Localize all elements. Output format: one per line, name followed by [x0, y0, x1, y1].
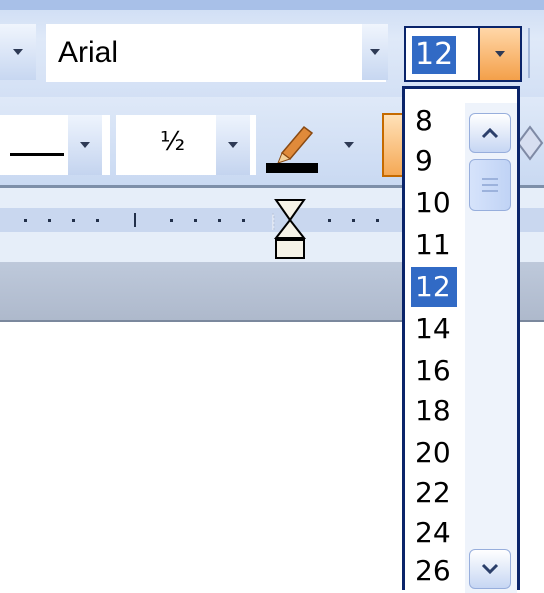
- ruler-tick: [218, 219, 221, 222]
- chevron-down-icon: [228, 142, 238, 148]
- list-item-selected[interactable]: 12: [411, 267, 457, 307]
- font-size-field[interactable]: 12: [404, 26, 480, 82]
- indent-marker-icon[interactable]: [272, 196, 308, 262]
- line-style-dropdown[interactable]: [0, 115, 110, 175]
- font-name-dropdown-arrow[interactable]: [362, 24, 388, 80]
- ruler-tick: [72, 219, 75, 222]
- list-item[interactable]: 10: [411, 183, 455, 223]
- list-item[interactable]: 22: [411, 473, 455, 513]
- pen-color-dropdown-arrow[interactable]: [334, 115, 364, 175]
- chevron-down-icon: [80, 142, 90, 148]
- line-style-dropdown-arrow[interactable]: [68, 115, 102, 175]
- list-item[interactable]: 26: [411, 551, 455, 591]
- scroll-up-icon: [481, 127, 499, 139]
- font-size-dropdown-arrow[interactable]: [478, 26, 522, 82]
- scroll-thumb-grip-icon: [482, 190, 498, 192]
- font-name-field[interactable]: Arial: [46, 24, 386, 82]
- list-item[interactable]: 9: [411, 141, 437, 181]
- ruler-tick: [242, 219, 245, 222]
- chevron-down-icon: [344, 142, 354, 148]
- chevron-down-icon: [370, 49, 380, 55]
- line-style-icon: [10, 153, 64, 156]
- ruler-tick-major: [134, 213, 136, 227]
- line-weight-dropdown-arrow[interactable]: [216, 115, 250, 175]
- vertical-scrollbar[interactable]: [465, 103, 517, 593]
- formatting-toolbar: Arial 12: [0, 0, 544, 97]
- toolbar-separator: [528, 28, 530, 78]
- list-item[interactable]: 8: [411, 101, 437, 141]
- pen-color-icon: [266, 125, 318, 173]
- line-weight-value: ½: [160, 127, 186, 157]
- partial-toolbar-icon[interactable]: [516, 117, 544, 169]
- ruler-tick: [376, 219, 379, 222]
- list-item[interactable]: 16: [411, 351, 455, 391]
- scroll-thumb-grip-icon: [482, 178, 498, 180]
- ruler-tick: [352, 219, 355, 222]
- ruler-tick: [96, 219, 99, 222]
- list-item[interactable]: 20: [411, 433, 455, 473]
- line-weight-dropdown[interactable]: ½: [116, 115, 256, 175]
- ruler-tick: [194, 219, 197, 222]
- scroll-thumb[interactable]: [469, 159, 511, 211]
- font-size-dropdown-list[interactable]: 8 9 10 11 12 14 16 18 20 22 24 26: [402, 86, 520, 593]
- list-item[interactable]: 14: [411, 309, 455, 349]
- ruler-tick: [48, 219, 51, 222]
- scroll-up-button[interactable]: [469, 113, 511, 153]
- scroll-down-button[interactable]: [469, 549, 511, 589]
- pen-color-button[interactable]: [262, 115, 322, 175]
- list-item[interactable]: 18: [411, 391, 455, 431]
- font-size-value: 12: [412, 36, 457, 74]
- ruler-tick: [328, 219, 331, 222]
- list-item[interactable]: 24: [411, 513, 455, 553]
- scroll-thumb-grip-icon: [482, 184, 498, 186]
- ruler-tick: [24, 219, 27, 222]
- chevron-down-icon: [495, 51, 505, 57]
- scroll-down-icon: [481, 563, 499, 575]
- chevron-down-icon: [13, 49, 23, 55]
- toolbar-top-border: [0, 0, 544, 10]
- ruler-tick: [170, 219, 173, 222]
- style-dropdown-arrow[interactable]: [0, 24, 36, 80]
- list-item[interactable]: 11: [411, 225, 455, 265]
